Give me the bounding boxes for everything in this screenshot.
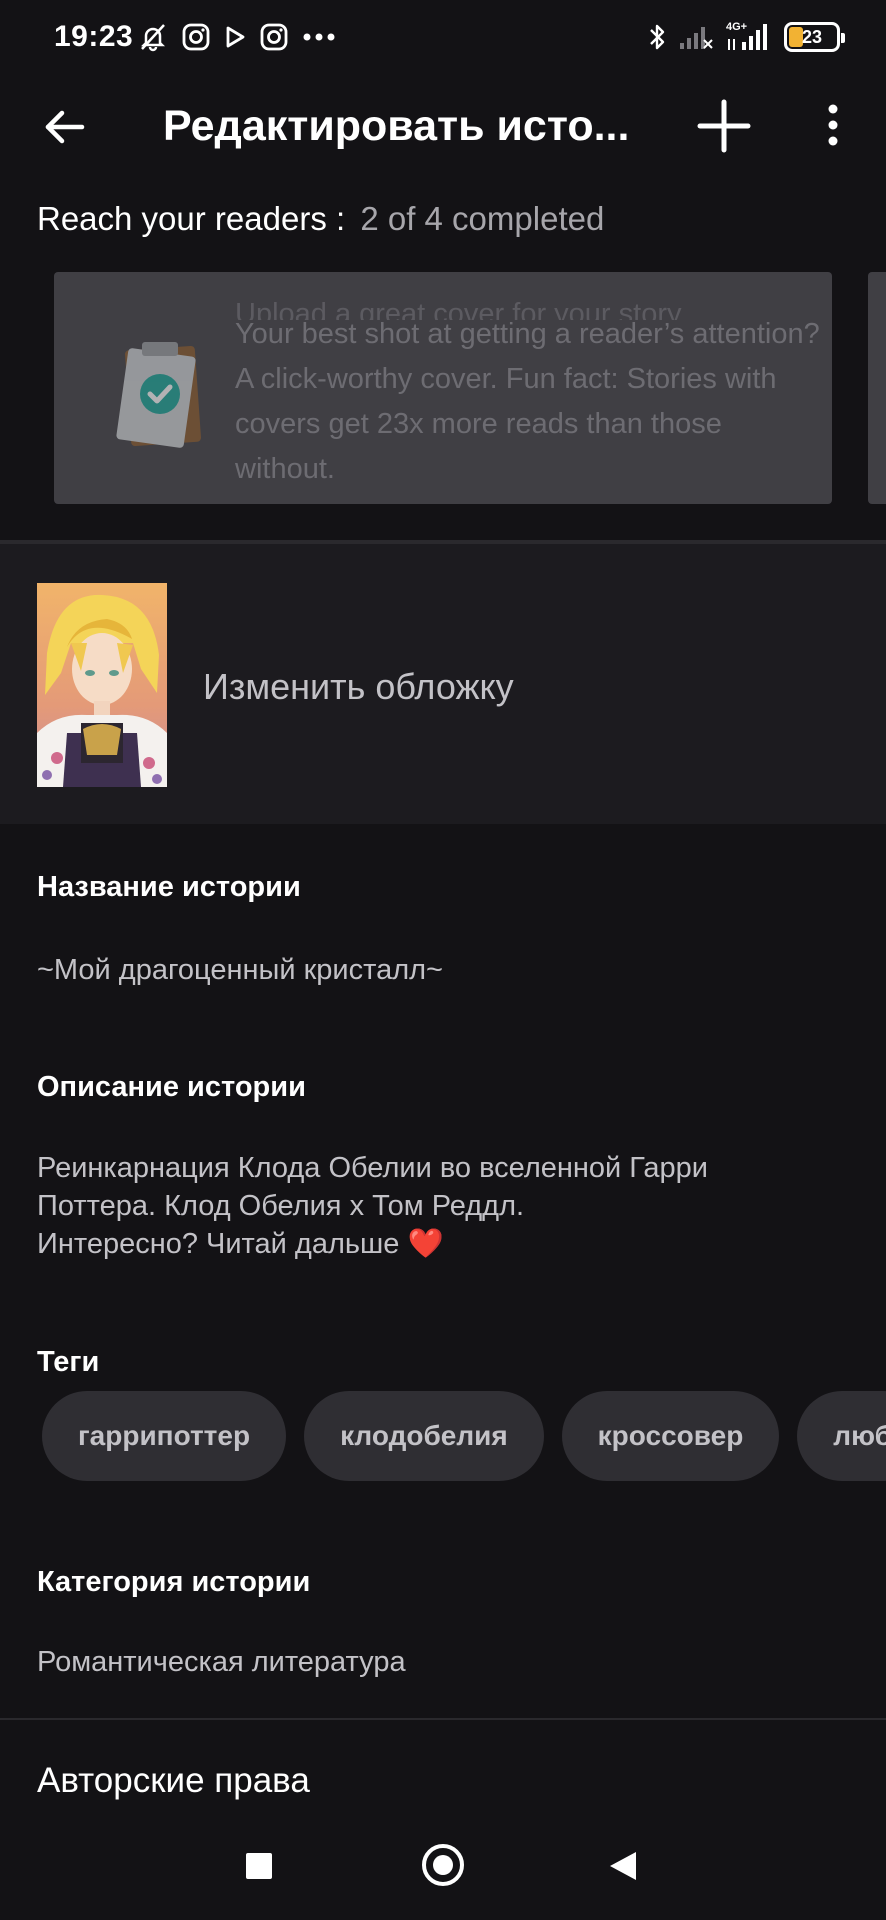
- mute-bell-icon: [140, 24, 166, 52]
- more-dots-icon: [303, 33, 335, 41]
- tag-chip[interactable]: гаррипоттер: [42, 1391, 287, 1481]
- status-time: 19:23: [54, 20, 134, 53]
- signal-4g-icon: 4G+: [726, 22, 772, 52]
- change-cover-row[interactable]: Изменить обложку: [0, 544, 886, 824]
- next-card-peek[interactable]: [868, 272, 886, 504]
- cover-thumbnail[interactable]: [37, 583, 167, 787]
- tag-chip[interactable]: люб: [797, 1391, 886, 1481]
- cover-artwork: [37, 583, 167, 787]
- story-description-field[interactable]: Реинкарнация Клода Обелии во вселенной Г…: [37, 1149, 857, 1263]
- battery-icon: 23: [784, 22, 845, 52]
- bluetooth-icon: [650, 24, 665, 50]
- home-button[interactable]: [422, 1844, 464, 1886]
- tag-chip[interactable]: клодобелия: [304, 1391, 544, 1481]
- divider: [0, 1718, 886, 1720]
- story-title-label: Название истории: [37, 871, 301, 903]
- upload-cover-card[interactable]: Upload a great cover for your story Your…: [54, 272, 832, 504]
- copyright-row[interactable]: Авторские права: [37, 1761, 310, 1801]
- system-back-button[interactable]: [610, 1852, 636, 1880]
- heart-icon: ❤️: [407, 1228, 444, 1260]
- status-bar: 19:23 4G+ 23: [0, 0, 886, 78]
- more-options-button[interactable]: [818, 100, 848, 154]
- description-line: Интересно? Читай дальше ❤️: [37, 1225, 857, 1263]
- add-part-button[interactable]: [696, 98, 752, 154]
- reach-readers-label: Reach your readers :: [37, 200, 346, 237]
- signal-empty-icon: [680, 27, 713, 49]
- card-body: Your best shot at getting a reader’s att…: [235, 318, 820, 485]
- battery-level: 23: [801, 27, 823, 47]
- app-bar: Редактировать исто...: [0, 84, 886, 170]
- story-description-label: Описание истории: [37, 1071, 306, 1103]
- more-vertical-icon: [828, 104, 838, 146]
- status-icons-right: 4G+ 23: [648, 22, 845, 52]
- plus-icon: [697, 99, 751, 153]
- tag-chip[interactable]: кроссовер: [561, 1391, 780, 1481]
- play-icon: [226, 26, 245, 48]
- category-label: Категория истории: [37, 1566, 311, 1598]
- category-field[interactable]: Романтическая литература: [37, 1643, 406, 1681]
- description-line-text: Интересно? Читай дальше: [37, 1228, 400, 1260]
- recent-apps-button[interactable]: [246, 1853, 272, 1879]
- story-title-field[interactable]: ~Мой драгоценный кристалл~: [37, 951, 443, 989]
- page-title: Редактировать исто...: [163, 102, 630, 150]
- instagram-icon: [182, 23, 210, 51]
- reach-readers-row: Reach your readers : 2 of 4 completed: [37, 200, 604, 238]
- battery-tip: [841, 33, 845, 43]
- tags-row[interactable]: гаррипоттер клодобелия кроссовер люб: [42, 1391, 886, 1481]
- tags-label: Теги: [37, 1346, 100, 1378]
- clipboard-check-icon: [116, 342, 201, 448]
- back-button[interactable]: [40, 102, 90, 152]
- home-dot-icon: [433, 1855, 453, 1875]
- description-line: Поттера. Клод Обелия х Том Реддл.: [37, 1190, 525, 1222]
- reach-readers-progress: 2 of 4 completed: [360, 200, 605, 237]
- instagram-icon: [260, 23, 288, 51]
- screen: 19:23 4G+ 23 Редактировать исто... Reach…: [0, 0, 886, 1920]
- description-line: Реинкарнация Клода Обелии во вселенной Г…: [37, 1152, 708, 1184]
- arrow-left-icon: [45, 110, 85, 144]
- change-cover-label[interactable]: Изменить обложку: [203, 666, 514, 708]
- system-nav-bar: [0, 1830, 886, 1920]
- status-icons-left: [138, 22, 336, 52]
